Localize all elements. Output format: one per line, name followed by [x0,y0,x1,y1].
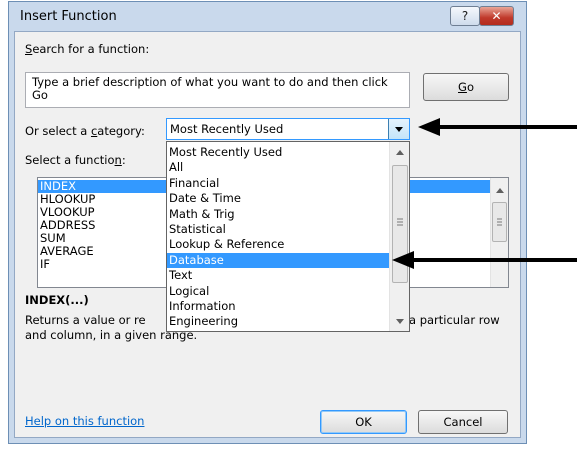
grip-icon [497,218,502,226]
ok-button-label: OK [355,415,372,429]
arrow-left-icon [418,118,577,136]
help-on-function-link[interactable]: Help on this function [25,414,144,428]
category-label: Or select a category: [25,124,145,138]
ok-button[interactable]: OK [320,410,407,434]
scroll-up-icon[interactable] [495,187,505,195]
description-line1-start: Returns a value or re [25,313,146,327]
search-input[interactable]: Type a brief description of what you wan… [25,72,410,108]
category-option[interactable]: Statistical [167,222,389,237]
scroll-up-icon[interactable] [395,149,405,157]
category-option[interactable]: Math & Trig [167,207,389,222]
close-button[interactable]: ✕ [479,6,514,26]
category-option[interactable]: Text [167,268,389,283]
category-option[interactable]: Most Recently Used [167,145,389,160]
category-dropdown-list[interactable]: Most Recently Used All Financial Date & Tim… [166,141,410,332]
arrow-to-category-dropdown [418,117,577,137]
category-option[interactable]: Logical [167,284,389,299]
description-line1-end: a particular row [409,313,500,327]
arrow-to-database-option [392,250,577,270]
function-list-label: Select a function: [25,153,126,167]
chevron-down-icon [395,127,403,132]
category-list-scrollbar[interactable] [389,142,409,331]
function-list-thumb[interactable] [492,202,507,242]
cancel-button-label: Cancel [443,415,483,429]
category-option[interactable]: Financial [167,176,389,191]
category-option[interactable]: Date & Time [167,191,389,206]
go-button-label: Go [458,80,474,94]
dialog-title: Insert Function [20,9,117,24]
category-option[interactable]: Database [167,252,389,269]
search-label: Search for a function: [25,42,150,56]
cancel-button[interactable]: Cancel [418,410,508,434]
close-icon: ✕ [491,9,502,23]
category-option[interactable]: Engineering [167,314,389,329]
arrow-left-icon [392,251,577,269]
category-dropdown-button[interactable] [388,119,409,139]
function-signature: INDEX(...) [25,293,89,307]
category-option[interactable]: Information [167,299,389,314]
category-option[interactable]: Lookup & Reference [167,237,389,252]
category-select[interactable]: Most Recently Used [166,118,410,140]
category-option[interactable]: All [167,160,389,175]
go-button[interactable]: Go [423,73,509,101]
scroll-down-icon[interactable] [395,318,405,326]
question-icon: ? [461,9,469,23]
help-title-button[interactable]: ? [450,6,480,26]
function-list-scrollbar[interactable] [490,178,508,287]
